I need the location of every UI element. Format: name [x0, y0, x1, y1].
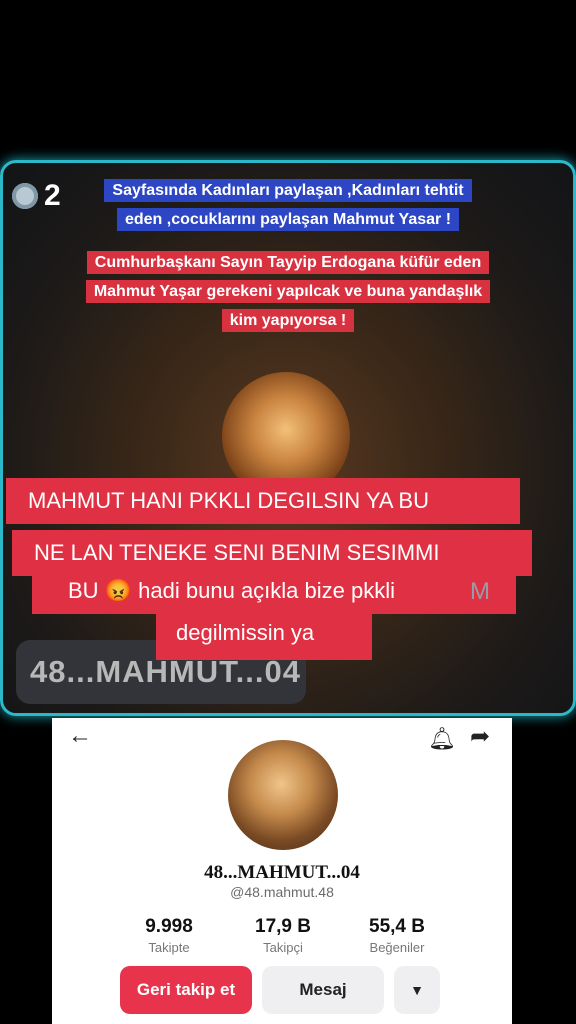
back-arrow-icon[interactable]: ← [68, 722, 92, 750]
stat-likes-label: Beğeniler [369, 940, 425, 955]
chevron-down-icon[interactable]: ▼ [394, 966, 440, 1014]
message-button[interactable]: Mesaj [262, 966, 384, 1014]
share-icon[interactable]: ➦ [470, 722, 490, 751]
profile-username: @48.mahmut.48 [230, 884, 334, 900]
bell-icon[interactable]: 🔔︎ [428, 726, 456, 752]
stat-followers-label: Takipçi [263, 940, 303, 955]
stat-followers-value: 17,9 B [255, 916, 311, 937]
follow-back-button[interactable]: Geri takip et [120, 966, 252, 1014]
profile-avatar[interactable] [228, 740, 338, 850]
caption-red-text: Cumhurbaşkanı Sayın Tayyip Erdogana küfü… [85, 251, 491, 332]
viewer-count: 2 [12, 176, 82, 216]
caption-blue-text: Sayfasında Kadınları paylaşan ,Kadınları… [104, 179, 472, 231]
overlay-line-4: degilmissin ya [156, 606, 372, 660]
eye-icon [12, 183, 38, 209]
viewer-count-value: 2 [44, 179, 61, 212]
overlay-line-1: MAHMUT HANI PKKLI DEGILSIN YA BU [6, 478, 520, 524]
caption-red: Cumhurbaşkanı Sayın Tayyip Erdogana küfü… [84, 248, 492, 335]
stat-likes-value: 55,4 B [369, 916, 425, 937]
stat-following-label: Takipte [148, 940, 190, 955]
profile-display-name: 48...MAHMUT...04 [204, 862, 360, 883]
ghost-letter: M [470, 578, 490, 605]
stat-followers[interactable]: 17,9 B Takipçi [228, 916, 338, 955]
caption-blue: Sayfasında Kadınları paylaşan ,Kadınları… [92, 176, 484, 234]
stat-likes: 55,4 B Beğeniler [342, 916, 452, 955]
stat-following-value: 9.998 [145, 916, 193, 937]
stat-following[interactable]: 9.998 Takipte [114, 916, 224, 955]
